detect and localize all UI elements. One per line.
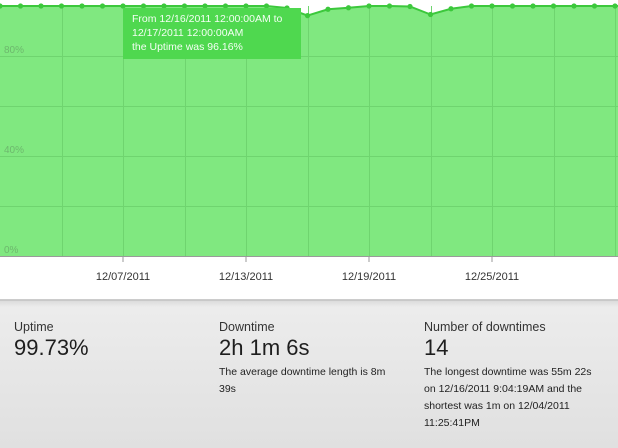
- data-point: [386, 3, 393, 9]
- data-point: [550, 3, 557, 9]
- y-tick-label: 80%: [4, 45, 24, 56]
- downtime-label: Downtime: [219, 320, 275, 334]
- data-point: [612, 3, 618, 9]
- data-point: [489, 3, 495, 9]
- data-point: [17, 3, 24, 9]
- data-point: [99, 3, 106, 9]
- data-point: [366, 3, 372, 9]
- data-point: [79, 3, 85, 9]
- uptime-label: Uptime: [14, 320, 54, 334]
- downtime-count-label: Number of downtimes: [424, 320, 546, 334]
- downtime-count-value: 14: [424, 335, 449, 360]
- data-point: [325, 6, 331, 12]
- downtime-count-stat: Number of downtimes 14 The longest downt…: [424, 320, 604, 432]
- data-point: [427, 11, 434, 18]
- y-tick-label: 0%: [4, 245, 19, 256]
- y-tick-label: 40%: [4, 145, 24, 156]
- x-tick-label: 12/25/2011: [465, 271, 519, 283]
- data-point: [304, 13, 311, 19]
- data-point: [530, 3, 536, 9]
- stats-panel: Uptime 99.73% Downtime 2h 1m 6s The aver…: [0, 300, 618, 448]
- tooltip-line-2: 12/17/2011 12:00:00AM: [132, 27, 244, 39]
- data-point: [38, 3, 44, 9]
- data-point: [345, 5, 352, 11]
- x-tick-label: 12/19/2011: [342, 271, 396, 283]
- data-point: [58, 3, 65, 9]
- data-point: [407, 3, 413, 10]
- downtime-value: 2h 1m 6s: [219, 335, 310, 360]
- downtime-description: The average downtime length is 8m 39s: [219, 366, 386, 395]
- data-point: [591, 3, 598, 9]
- tooltip-line-3: the Uptime was 96.16%: [132, 41, 243, 53]
- uptime-chart: 0% 40% 80% 12/07/2011 12/13/2011 12/19/2011 1…: [0, 0, 618, 300]
- tooltip-line-1: From 12/16/2011 12:00:00AM to: [132, 13, 283, 25]
- data-point: [571, 3, 577, 9]
- downtime-stat: Downtime 2h 1m 6s The average downtime l…: [219, 320, 399, 398]
- downtime-count-description: The longest downtime was 55m 22s on 12/1…: [424, 366, 592, 429]
- uptime-stat: Uptime 99.73%: [14, 320, 89, 360]
- data-point: [448, 6, 454, 12]
- uptime-tooltip: From 12/16/2011 12:00:00AM to 12/17/2011…: [123, 8, 301, 59]
- uptime-value: 99.73%: [14, 335, 89, 360]
- x-tick-label: 12/07/2011: [96, 271, 150, 283]
- data-point: [468, 3, 475, 9]
- data-point: [509, 3, 516, 9]
- x-tick-label: 12/13/2011: [219, 271, 273, 283]
- uptime-chart-svg: 0% 40% 80% 12/07/2011 12/13/2011 12/19/2011 1…: [0, 3, 618, 300]
